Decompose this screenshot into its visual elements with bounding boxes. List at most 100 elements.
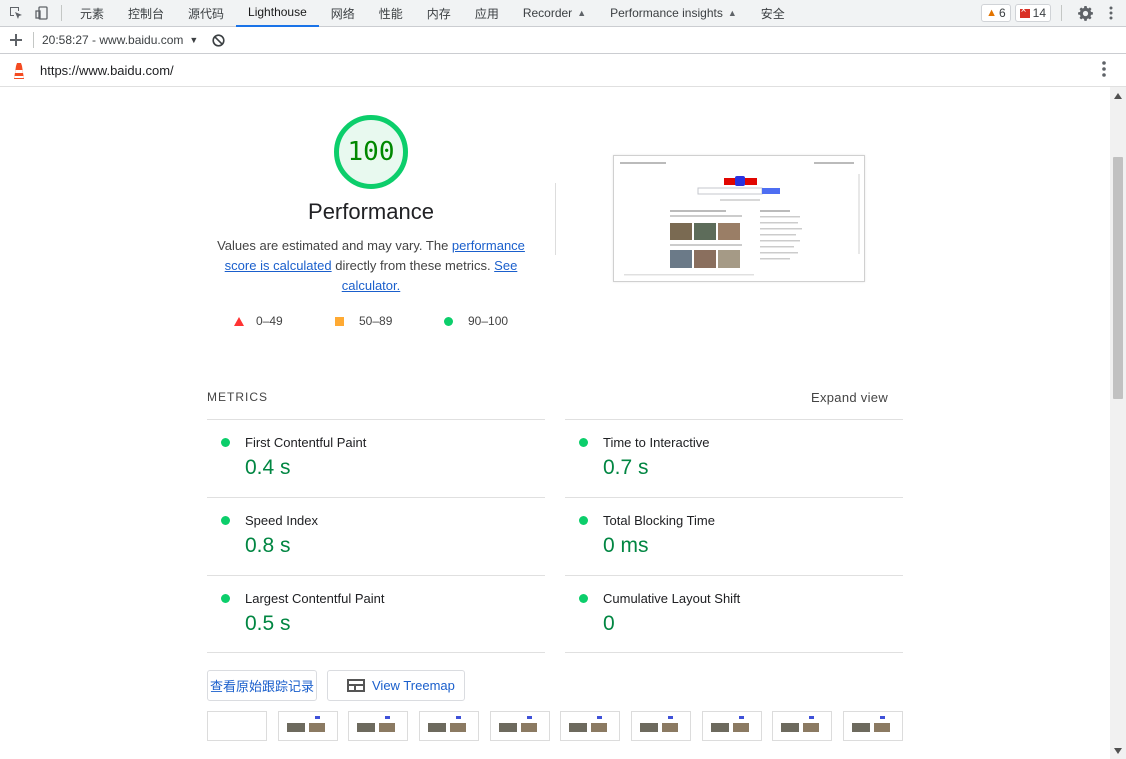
tab-network[interactable]: 网络: [319, 0, 367, 27]
warnings-badge[interactable]: ▲ 6: [981, 4, 1011, 22]
tab-label: Lighthouse: [248, 5, 307, 19]
view-treemap-button[interactable]: View Treemap: [327, 670, 465, 701]
report-menu-icon[interactable]: [1102, 61, 1106, 80]
metric-first-contentful-paint: First Contentful Paint 0.4 s: [207, 419, 545, 497]
metric-label: Speed Index: [245, 513, 319, 528]
description-text: Values are estimated and may vary. The: [217, 238, 452, 253]
toolbar-divider: [33, 32, 34, 48]
tab-performance-insights[interactable]: Performance insights ▲: [598, 0, 749, 27]
tab-security[interactable]: 安全: [749, 0, 797, 27]
legend-range: 0–49: [256, 314, 283, 328]
lighthouse-logo-icon: [12, 62, 26, 80]
tab-label: 应用: [474, 6, 499, 21]
metric-label: Cumulative Layout Shift: [603, 591, 741, 606]
tab-label: 性能: [378, 6, 403, 21]
tab-label: 网络: [330, 6, 355, 21]
tab-label: 安全: [760, 6, 785, 21]
metric-time-to-interactive: Time to Interactive 0.7 s: [565, 419, 903, 497]
legend-pass: 90–100: [444, 314, 508, 328]
devtools-toolbar: 元素 控制台 源代码 Lighthouse 网络 性能 内存 应用 Record…: [0, 0, 1126, 27]
metric-label: First Contentful Paint: [245, 435, 367, 450]
tab-recorder[interactable]: Recorder ▲: [511, 0, 598, 27]
filmstrip-frame: [631, 711, 691, 741]
vertical-scrollbar[interactable]: [1110, 87, 1126, 759]
clear-reports-icon[interactable]: [212, 33, 225, 47]
tab-performance[interactable]: 性能: [367, 0, 415, 27]
report-selector-label: 20:58:27 - www.baidu.com: [42, 33, 184, 47]
final-screenshot-thumbnail[interactable]: [613, 155, 865, 282]
warnings-count: 6: [998, 6, 1006, 20]
error-icon: [1019, 5, 1030, 18]
button-label: 查看原始跟踪记录: [209, 679, 314, 694]
metric-value: 0.4 s: [245, 456, 291, 479]
treemap-icon: [347, 679, 365, 692]
inspect-element-icon[interactable]: [3, 0, 29, 27]
pass-circle-icon: [221, 438, 230, 447]
filmstrip-frame: [843, 711, 903, 741]
pass-circle-icon: [579, 594, 588, 603]
pass-circle-icon: [221, 594, 230, 603]
report-url-bar: https://www.baidu.com/: [0, 55, 1126, 87]
filmstrip-frame: [772, 711, 832, 741]
view-original-trace-button[interactable]: 查看原始跟踪记录: [207, 670, 317, 701]
filmstrip-frame: [560, 711, 620, 741]
legend-average: 50–89: [335, 314, 392, 328]
header-divider: [555, 183, 556, 255]
metric-cumulative-layout-shift: Cumulative Layout Shift 0: [565, 575, 903, 653]
metric-value: 0.7 s: [603, 456, 649, 479]
toolbar-divider: [1061, 5, 1062, 21]
tab-console[interactable]: 控制台: [116, 0, 176, 27]
pass-circle-icon: [579, 516, 588, 525]
filmstrip-frame: [348, 711, 408, 741]
experimental-flask-icon: ▲: [577, 8, 587, 18]
tab-memory[interactable]: 内存: [415, 0, 463, 27]
more-options-icon[interactable]: [1102, 0, 1120, 27]
metrics-bottom-divider: [207, 652, 545, 653]
metric-label: Largest Contentful Paint: [245, 591, 385, 606]
filmstrip-frame: [278, 711, 338, 741]
tab-sources[interactable]: 源代码: [176, 0, 236, 27]
tab-lighthouse[interactable]: Lighthouse: [236, 0, 319, 27]
report-selector[interactable]: 20:58:27 - www.baidu.com ▼: [42, 33, 198, 47]
filmstrip-frame: [490, 711, 550, 741]
filmstrip-frame: [419, 711, 479, 741]
metric-value: 0.8 s: [245, 534, 291, 557]
filmstrip-frame: [207, 711, 267, 741]
legend-range: 50–89: [359, 314, 393, 328]
expand-view-toggle[interactable]: Expand view: [811, 390, 888, 405]
device-toolbar-icon[interactable]: [29, 0, 55, 27]
errors-badge[interactable]: 14: [1014, 4, 1051, 22]
tab-label: 控制台: [128, 6, 165, 21]
tab-application[interactable]: 应用: [463, 0, 511, 27]
performance-score-gauge[interactable]: 100: [334, 115, 408, 189]
experimental-flask-icon: ▲: [727, 8, 737, 18]
filmstrip-frame: [702, 711, 762, 741]
metric-label: Total Blocking Time: [603, 513, 715, 528]
metric-speed-index: Speed Index 0.8 s: [207, 497, 545, 575]
score-value: 100: [347, 137, 395, 167]
pass-circle-icon: [221, 516, 230, 525]
new-report-plus-icon[interactable]: [3, 27, 29, 54]
metrics-header: METRICS: [207, 390, 268, 404]
chevron-down-icon: ▼: [189, 35, 199, 45]
category-description: Values are estimated and may vary. The p…: [216, 236, 526, 296]
legend-range: 90–100: [468, 314, 509, 328]
metric-label: Time to Interactive: [603, 435, 710, 450]
pass-circle-icon: [444, 316, 453, 326]
scroll-down-arrow-icon[interactable]: [1114, 748, 1122, 754]
errors-count: 14: [1032, 6, 1046, 20]
tab-label: 内存: [426, 6, 451, 21]
lighthouse-subbar: 20:58:27 - www.baidu.com ▼: [0, 27, 1126, 54]
metric-value: 0: [603, 612, 615, 635]
metric-value: 0 ms: [603, 534, 649, 557]
scroll-up-arrow-icon[interactable]: [1114, 93, 1122, 99]
settings-gear-icon[interactable]: [1072, 0, 1098, 27]
scrollbar-thumb[interactable]: [1113, 157, 1123, 399]
toolbar-divider: [61, 5, 62, 21]
report-url[interactable]: https://www.baidu.com/: [40, 63, 174, 78]
description-text: directly from these metrics.: [331, 258, 495, 273]
category-title: Performance: [308, 199, 434, 224]
metric-total-blocking-time: Total Blocking Time 0 ms: [565, 497, 903, 575]
metric-value: 0.5 s: [245, 612, 291, 635]
tab-elements[interactable]: 元素: [68, 0, 116, 27]
